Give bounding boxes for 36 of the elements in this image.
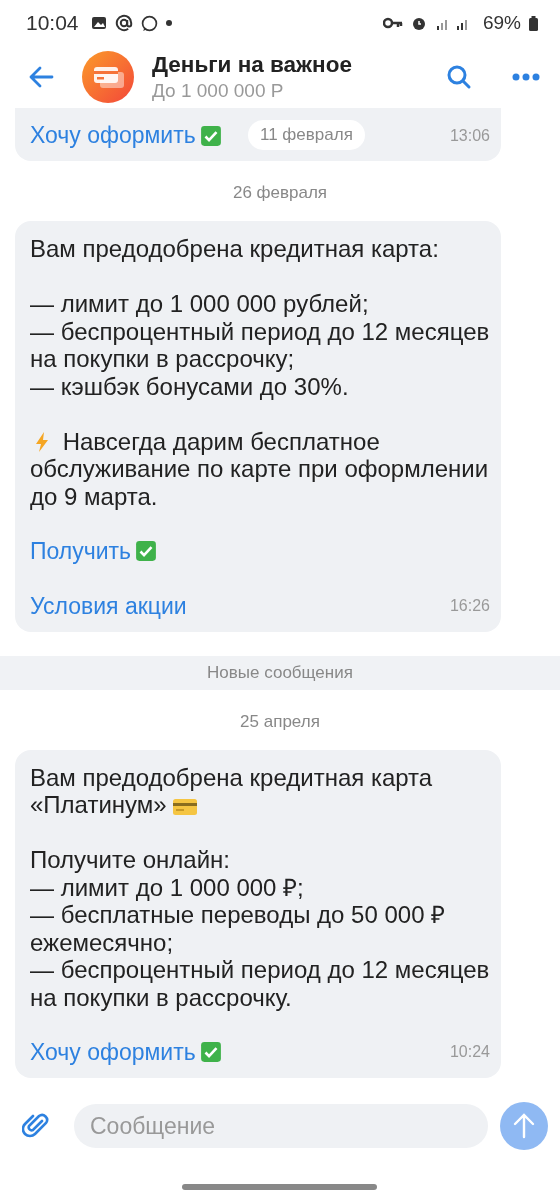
image-icon [90,15,107,31]
date-separator: 25 апреля [240,711,320,732]
key-icon [382,17,403,29]
message-link[interactable]: Хочу оформить [30,122,196,149]
floating-date: 11 февраля [248,120,365,150]
message-time: 16:26 [449,597,490,615]
message-text: Получите онлайн: — лимит до 1 000 000 ₽; — бесплатные переводы до 50 000 ₽ ежемесячно; — беспроцентный период до 12 месяцев на покупки в рассрочку. [30,846,490,1011]
message-link[interactable]: Условия акции [30,592,187,620]
up-arrow-icon [512,1113,536,1139]
lightning-icon [34,430,50,453]
alarm-icon [410,15,427,31]
message-input[interactable]: Сообщение [74,1104,488,1148]
search-icon[interactable] [446,64,472,90]
message-time: 10:24 [449,1043,490,1061]
message-link[interactable]: Получить [30,537,132,565]
card-avatar-icon[interactable] [82,51,134,103]
chat-bubble-icon [140,14,158,32]
message-text: Навсегда дарим бесплатное обслуживание по карте при оформлении до 9 марта. [30,427,490,510]
status-time: 10:04 [26,11,79,35]
message-text: Вам предодобрена кредитная карта «Платинум» [30,763,434,819]
message-text: — лимит до 1 000 000 рублей; — беспроцентный период до 12 месяцев на покупки в рассрочку; — кэшбэк бонусами до 30%. [30,290,490,400]
back-arrow-icon[interactable] [28,66,54,88]
message-time: 13:06 [449,126,490,145]
dot-icon [165,20,172,26]
message-link[interactable]: Хочу оформить [30,1038,196,1066]
battery-icon [529,15,538,31]
send-button[interactable] [500,1102,548,1150]
more-icon[interactable] [512,73,540,81]
battery-percent: 69% [482,12,521,34]
chat-subtitle: До 1 000 000 Р [152,80,285,102]
new-messages-label: Новые сообщения [207,662,353,683]
message-text: Вам предодобрена кредитная карта: [30,235,440,263]
at-sign-icon [114,14,133,32]
chat-title: Деньги на важное [152,52,353,78]
date-separator: 26 февраля [232,183,328,203]
credit-card-icon [173,798,198,816]
